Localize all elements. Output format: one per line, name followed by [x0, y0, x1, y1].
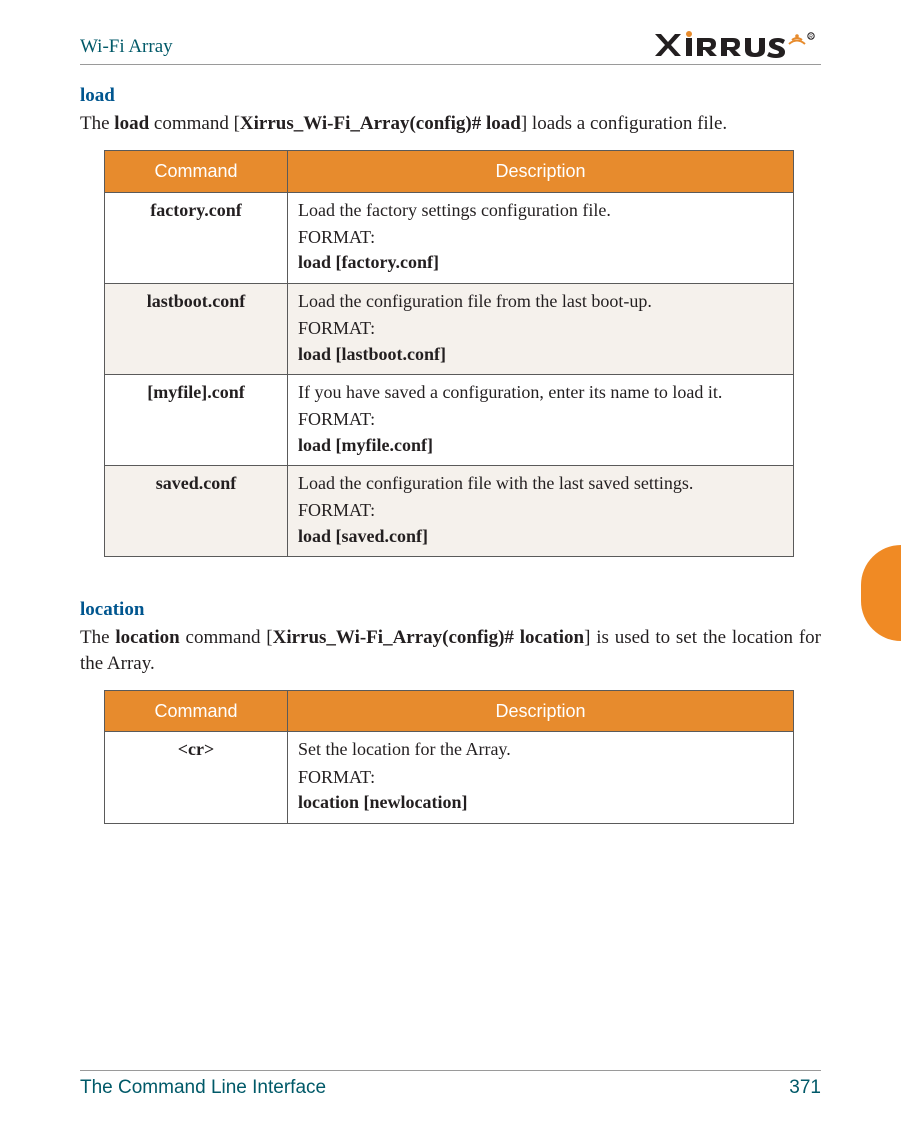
cmd-desc: Load the configuration file from the las…: [288, 283, 794, 374]
table-row: saved.conf Load the configuration file w…: [105, 466, 794, 557]
col-command: Command: [105, 151, 288, 192]
section-title: location: [80, 597, 821, 623]
table-row: [myfile].conf If you have saved a config…: [105, 374, 794, 465]
svg-text:R: R: [809, 35, 813, 41]
table-header-row: Command Description: [105, 151, 794, 192]
cmd-name: factory.conf: [105, 192, 288, 283]
footer-page-number: 371: [789, 1077, 821, 1099]
page-footer: The Command Line Interface 371: [80, 1070, 821, 1099]
table-row: factory.conf Load the factory settings c…: [105, 192, 794, 283]
product-name: Wi-Fi Array: [80, 34, 173, 60]
xirrus-logo-icon: R: [651, 30, 821, 60]
table-row: lastboot.conf Load the configuration fil…: [105, 283, 794, 374]
table-header-row: Command Description: [105, 691, 794, 732]
brand-logo: R: [651, 30, 821, 60]
cmd-desc: Load the factory settings configuration …: [288, 192, 794, 283]
cmd-name: <cr>: [105, 732, 288, 823]
section-title: load: [80, 83, 821, 109]
col-command: Command: [105, 691, 288, 732]
footer-title: The Command Line Interface: [80, 1077, 326, 1099]
cmd-name: lastboot.conf: [105, 283, 288, 374]
section-load: load The load command [Xirrus_Wi-Fi_Arra…: [80, 83, 821, 557]
cmd-desc: Set the location for the Array. FORMAT: …: [288, 732, 794, 823]
table-row: <cr> Set the location for the Array. FOR…: [105, 732, 794, 823]
section-intro: The load command [Xirrus_Wi-Fi_Array(con…: [80, 111, 821, 137]
location-command-table: Command Description <cr> Set the locatio…: [104, 690, 794, 823]
section-location: location The location command [Xirrus_Wi…: [80, 597, 821, 823]
page-header: Wi-Fi Array: [80, 30, 821, 65]
cmd-desc: Load the configuration file with the las…: [288, 466, 794, 557]
cmd-name: [myfile].conf: [105, 374, 288, 465]
col-description: Description: [288, 151, 794, 192]
cmd-desc: If you have saved a configuration, enter…: [288, 374, 794, 465]
section-intro: The location command [Xirrus_Wi-Fi_Array…: [80, 625, 821, 676]
col-description: Description: [288, 691, 794, 732]
page-content: Wi-Fi Array: [0, 0, 901, 1133]
load-command-table: Command Description factory.conf Load th…: [104, 150, 794, 557]
cmd-name: saved.conf: [105, 466, 288, 557]
